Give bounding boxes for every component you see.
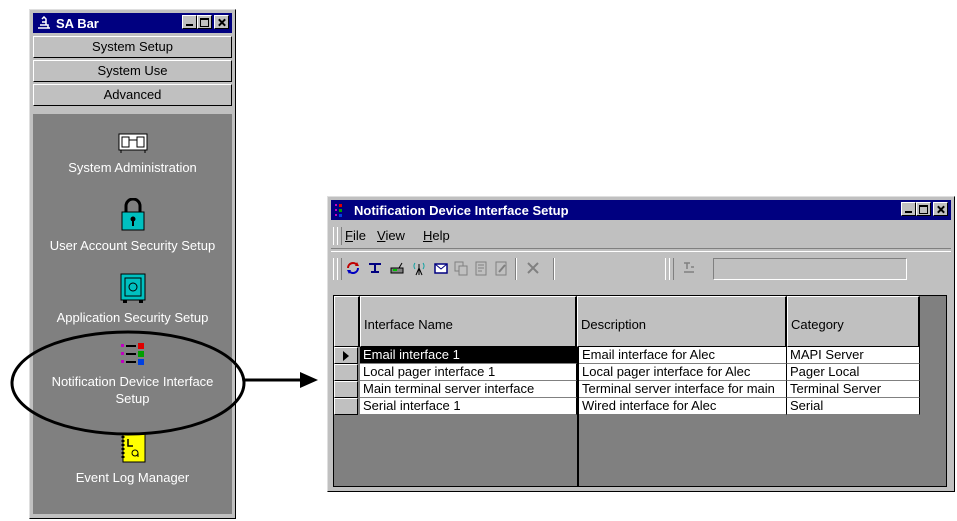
table-cell[interactable]: MAPI Server	[787, 347, 920, 364]
filter-icon[interactable]	[681, 260, 697, 276]
row-selector[interactable]	[334, 398, 358, 415]
highlight-ellipse	[10, 330, 246, 436]
toolbar	[331, 251, 951, 284]
menu-view[interactable]: View	[377, 228, 405, 243]
row-selector[interactable]	[334, 347, 358, 364]
filter-input[interactable]	[713, 258, 907, 280]
toolbar-grip[interactable]	[669, 258, 674, 280]
column-header-description[interactable]: Description	[577, 296, 787, 347]
table-cell[interactable]: Serial interface 1	[360, 398, 577, 415]
table-cell[interactable]: Serial	[787, 398, 920, 415]
table-cell[interactable]: Terminal Server	[787, 381, 920, 398]
refresh-icon[interactable]	[345, 260, 361, 276]
delete-icon[interactable]	[525, 260, 541, 276]
interface-icon[interactable]	[367, 260, 383, 276]
column-header-interface-name[interactable]: Interface Name	[360, 296, 577, 347]
close-button[interactable]	[933, 202, 948, 216]
menu-bar: File View Help	[331, 224, 951, 249]
row-selector[interactable]	[334, 364, 358, 381]
notification-window: Notification Device Interface Setup File…	[327, 196, 955, 492]
table-cell[interactable]: Local pager interface 1	[360, 364, 577, 381]
table-cell[interactable]: Email interface 1	[360, 347, 577, 364]
table-cell[interactable]: Local pager interface for Alec	[579, 364, 787, 381]
column-header-category[interactable]: Category	[787, 296, 920, 347]
toolbar-separator	[553, 258, 555, 280]
mail-icon[interactable]	[433, 260, 449, 276]
table-cell[interactable]: Email interface for Alec	[579, 347, 787, 364]
notification-titlebar[interactable]: Notification Device Interface Setup	[331, 200, 951, 220]
current-row-pointer-icon	[343, 351, 349, 361]
menubar-grip[interactable]	[337, 227, 342, 245]
callout-arrowhead	[300, 372, 318, 388]
row-selector[interactable]	[334, 381, 358, 398]
interface-table: Interface Name Description Category Emai…	[333, 295, 947, 487]
copy-icon[interactable]	[453, 260, 469, 276]
row-header-corner	[334, 296, 360, 347]
table-cell[interactable]: Wired interface for Alec	[579, 398, 787, 415]
edit-icon[interactable]	[493, 260, 509, 276]
minimize-button[interactable]	[901, 202, 916, 216]
table-cell[interactable]: Pager Local	[787, 364, 920, 381]
antenna-icon[interactable]	[411, 260, 427, 276]
table-cell[interactable]: Main terminal server interface	[360, 381, 577, 398]
app-icon	[334, 202, 350, 218]
table-cell[interactable]: Terminal server interface for main	[579, 381, 787, 398]
menu-file[interactable]: File	[345, 228, 366, 243]
menu-help[interactable]: Help	[423, 228, 450, 243]
toolbar-separator	[515, 258, 517, 280]
window-title: Notification Device Interface Setup	[354, 202, 569, 218]
column-divider	[577, 347, 579, 486]
pager-icon[interactable]	[389, 260, 405, 276]
maximize-button[interactable]	[916, 202, 931, 216]
properties-icon[interactable]	[473, 260, 489, 276]
toolbar-grip[interactable]	[337, 258, 342, 280]
